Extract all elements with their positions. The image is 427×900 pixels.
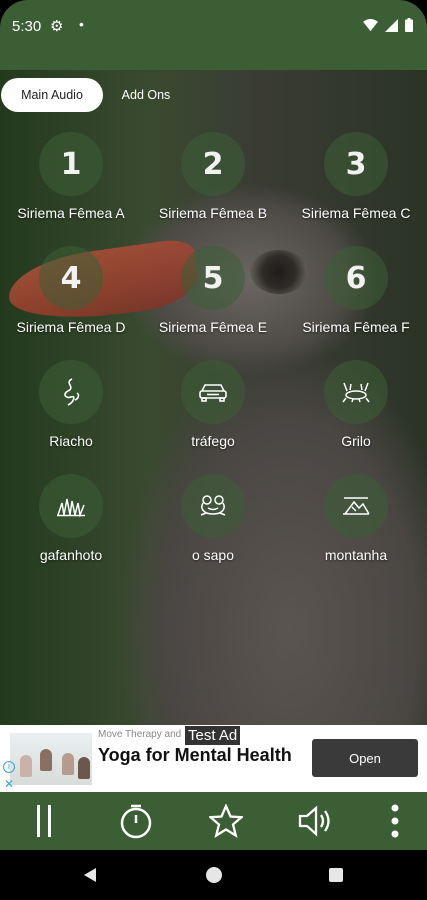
wifi-icon — [363, 18, 378, 31]
sound-item-siriema-f[interactable]: 6 Siriema Fêmea F — [286, 246, 426, 356]
pause-button[interactable] — [24, 800, 66, 842]
sound-button[interactable]: 6 — [324, 246, 388, 310]
sound-item-trafego[interactable]: tráfego — [143, 360, 283, 470]
favorite-button[interactable] — [205, 800, 247, 842]
notification-dot-icon: • — [79, 16, 84, 32]
status-bar: 5:30 ⚙ • — [0, 0, 427, 70]
sound-button[interactable] — [181, 474, 245, 538]
settings-gear-icon: ⚙ — [50, 18, 64, 35]
frog-icon — [200, 495, 226, 516]
ad-close-icon[interactable]: ✕ — [4, 777, 14, 791]
main-content: Main Audio Add Ons 1 Siriema Fêmea A 2 S… — [0, 70, 427, 725]
sound-item-siriema-e[interactable]: 5 Siriema Fêmea E — [143, 246, 283, 356]
sound-button[interactable]: 3 — [324, 132, 388, 196]
volume-icon — [298, 805, 330, 837]
car-icon — [199, 384, 227, 402]
grass-icon — [57, 498, 85, 517]
player-controls — [0, 792, 427, 850]
star-icon — [209, 804, 243, 838]
system-navigation-bar — [0, 850, 427, 900]
sound-label: montanha — [324, 547, 388, 563]
test-ad-label: Test Ad — [185, 726, 241, 745]
ad-banner[interactable]: i ✕ Move Therapy and Test Ad Yoga for Me… — [0, 725, 427, 792]
sound-button[interactable]: 5 — [181, 246, 245, 310]
volume-button[interactable] — [295, 800, 337, 842]
sound-item-siriema-d[interactable]: 4 Siriema Fêmea D — [1, 246, 141, 356]
sound-label: Siriema Fêmea C — [301, 205, 411, 221]
sound-button[interactable]: 4 — [39, 246, 103, 310]
sound-item-grilo[interactable]: Grilo — [286, 360, 426, 470]
sound-label: Siriema Fêmea B — [158, 205, 268, 221]
number-1-icon: 1 — [60, 146, 82, 182]
timer-icon — [120, 804, 152, 839]
mountain-icon — [343, 497, 370, 515]
more-vert-icon — [391, 804, 399, 838]
sound-button[interactable]: 1 — [39, 132, 103, 196]
back-icon[interactable] — [82, 867, 98, 883]
number-3-icon: 3 — [345, 146, 367, 182]
sound-grid: 1 Siriema Fêmea A 2 Siriema Fêmea B 3 Si… — [0, 70, 427, 725]
sound-label: o sapo — [191, 547, 235, 563]
cell-signal-icon — [385, 18, 398, 32]
sound-button[interactable] — [181, 360, 245, 424]
sound-item-siriema-c[interactable]: 3 Siriema Fêmea C — [286, 132, 426, 242]
stream-icon — [64, 378, 80, 406]
sound-label: tráfego — [191, 433, 235, 449]
sound-label: Siriema Fêmea A — [17, 205, 125, 221]
number-6-icon: 6 — [345, 260, 367, 296]
sound-button[interactable] — [324, 360, 388, 424]
ad-image[interactable] — [10, 733, 92, 785]
sound-item-riacho[interactable]: Riacho — [1, 360, 141, 470]
battery-icon — [405, 18, 413, 32]
sound-button[interactable] — [324, 474, 388, 538]
more-options-button[interactable] — [374, 800, 416, 842]
sound-item-siriema-a[interactable]: 1 Siriema Fêmea A — [1, 132, 141, 242]
sound-button[interactable] — [39, 360, 103, 424]
home-icon[interactable] — [206, 867, 222, 883]
number-2-icon: 2 — [202, 146, 224, 182]
sound-label: Siriema Fêmea E — [158, 319, 268, 335]
sound-item-gafanhoto[interactable]: gafanhoto — [1, 474, 141, 584]
sound-button[interactable]: 2 — [181, 132, 245, 196]
status-time: 5:30 — [12, 18, 42, 35]
ad-headline[interactable]: Yoga for Mental Health — [98, 745, 303, 766]
sound-item-siriema-b[interactable]: 2 Siriema Fêmea B — [143, 132, 283, 242]
sound-label: gafanhoto — [39, 547, 103, 563]
sound-label: Riacho — [49, 433, 93, 449]
timer-button[interactable] — [115, 800, 157, 842]
sound-item-o-sapo[interactable]: o sapo — [143, 474, 283, 584]
pause-icon — [37, 805, 51, 837]
sound-label: Siriema Fêmea D — [16, 319, 126, 335]
sound-item-montanha[interactable]: montanha — [286, 474, 426, 584]
number-4-icon: 4 — [60, 260, 82, 296]
ad-info-icon[interactable]: i — [3, 761, 15, 773]
ad-open-button[interactable]: Open — [312, 739, 418, 777]
sound-label: Grilo — [341, 433, 371, 449]
number-5-icon: 5 — [202, 260, 224, 296]
sound-label: Siriema Fêmea F — [302, 319, 410, 335]
recents-icon[interactable] — [329, 868, 343, 882]
sound-button[interactable] — [39, 474, 103, 538]
ad-sponsor-text: Move Therapy and — [98, 729, 182, 740]
cricket-icon — [342, 382, 370, 403]
